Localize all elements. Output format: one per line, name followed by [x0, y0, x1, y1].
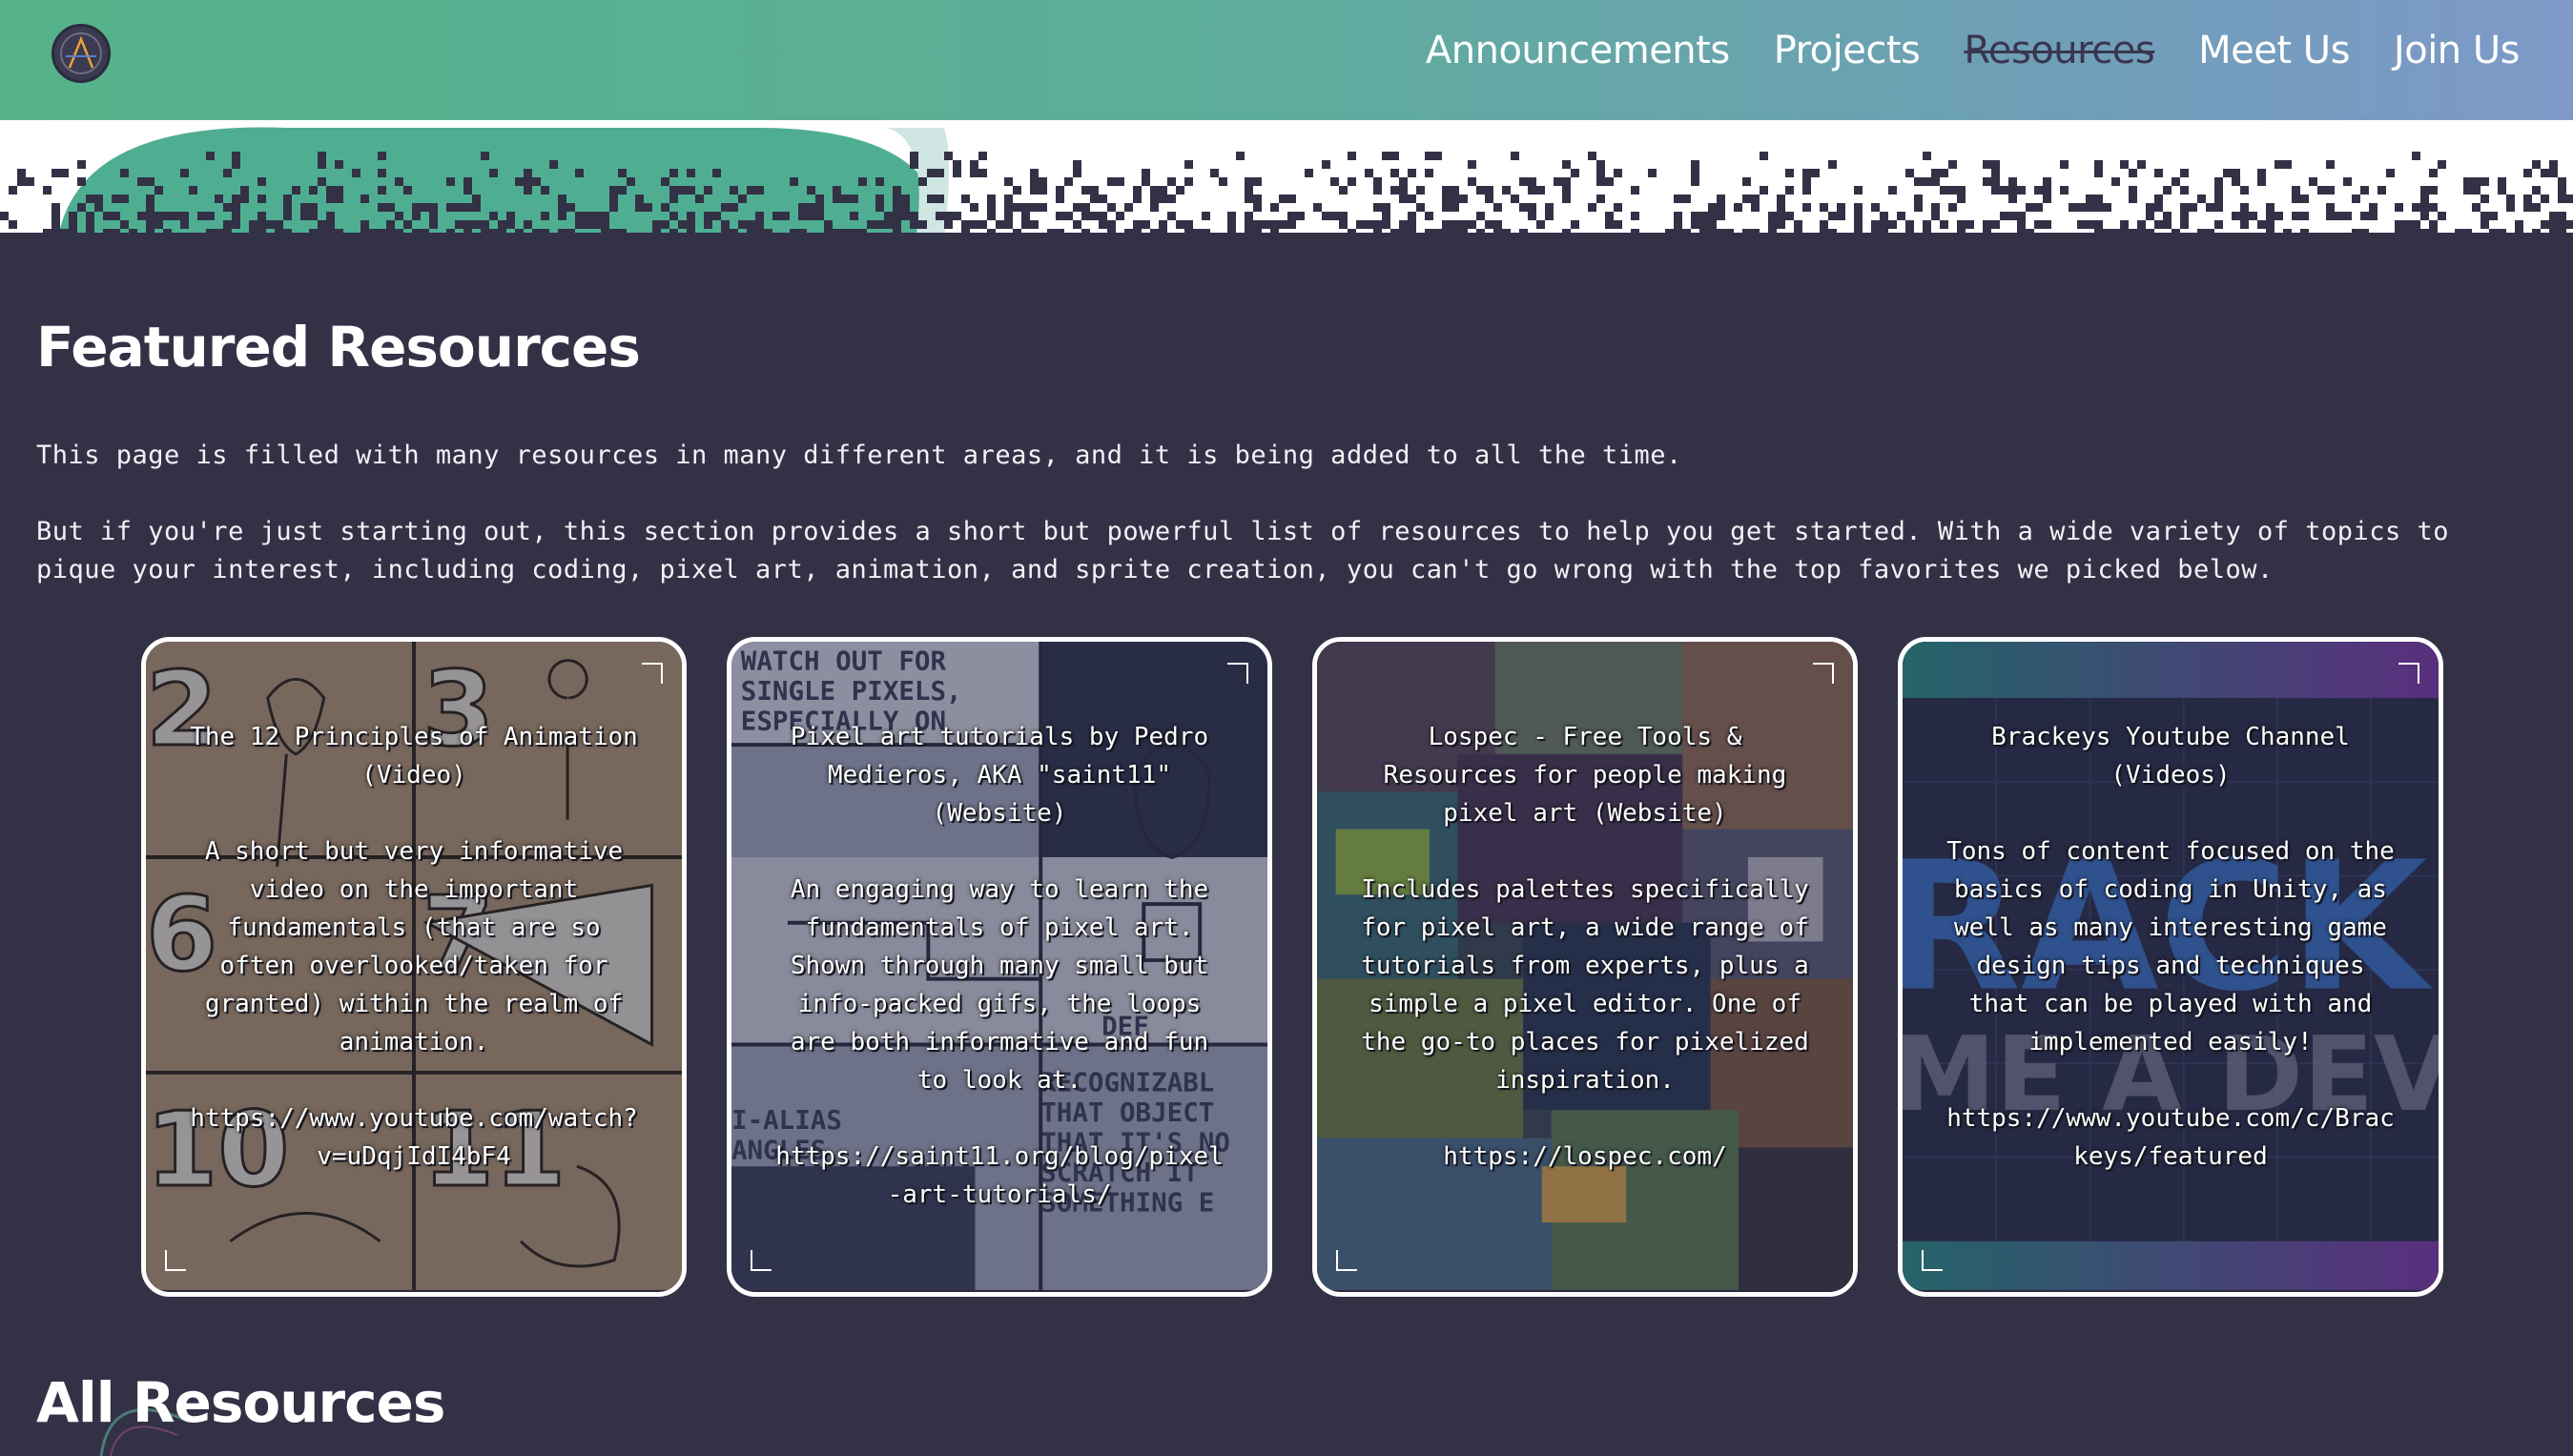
card-title: Lospec - Free Tools & Resources for peop… — [1383, 723, 1787, 828]
card-description: A short but very informative video on th… — [204, 837, 624, 1056]
corner-bracket-icon — [1227, 663, 1248, 684]
corner-bracket-icon — [2398, 663, 2419, 684]
card-link[interactable]: https://www.youtube.com/watch?v=uDqjIdI4… — [184, 1099, 644, 1176]
featured-resource-cards: 2 3 6 7 10 11 The 12 Principles of Anima… — [141, 637, 2443, 1297]
card-description: An engaging way to learn the fundamental… — [790, 875, 1209, 1095]
corner-bracket-icon — [165, 1250, 186, 1271]
nav-resources[interactable]: Resources — [1964, 29, 2154, 72]
featured-resources-heading: Featured Resources — [36, 315, 641, 379]
corner-bracket-icon — [1922, 1250, 1943, 1271]
resource-card-lospec[interactable]: Lospec - Free Tools & Resources for peop… — [1312, 637, 1858, 1297]
nav-meet-us[interactable]: Meet Us — [2198, 29, 2350, 72]
main-nav: Announcements Projects Resources Meet Us… — [1426, 29, 2521, 72]
nav-join-us[interactable]: Join Us — [2394, 29, 2521, 72]
card-title: Pixel art tutorials by Pedro Medieros, A… — [790, 723, 1209, 828]
card-description: Tons of content focused on the basics of… — [1946, 837, 2395, 1056]
resource-card-animation-principles[interactable]: 2 3 6 7 10 11 The 12 Principles of Anima… — [141, 637, 687, 1297]
featured-intro-text: This page is filled with many resources … — [36, 441, 1682, 470]
a-monogram-logo-icon[interactable] — [51, 24, 111, 83]
nav-announcements[interactable]: Announcements — [1426, 29, 1730, 72]
pixel-dissolve-pattern — [0, 127, 2573, 242]
card-link[interactable]: https://lospec.com/ — [1355, 1138, 1815, 1176]
corner-bracket-icon — [1336, 1250, 1357, 1271]
corner-bracket-icon — [751, 1250, 772, 1271]
corner-bracket-icon — [642, 663, 663, 684]
resource-card-brackeys[interactable]: RACKE ME A DEVEL Brackeys Youtube Channe… — [1898, 637, 2443, 1297]
card-title: The 12 Principles of Animation (Video) — [190, 723, 638, 790]
corner-bracket-icon — [1813, 663, 1834, 684]
featured-intro-text-2: But if you're just starting out, this se… — [36, 517, 2450, 584]
card-link[interactable]: https://saint11.org/blog/pixel-art-tutor… — [770, 1138, 1229, 1214]
pixel-dissolve-banner — [0, 120, 2573, 242]
card-title: Brackeys Youtube Channel (Videos) — [1991, 723, 2350, 790]
site-header: Announcements Projects Resources Meet Us… — [0, 0, 2573, 120]
card-description: Includes palettes specifically for pixel… — [1361, 875, 1809, 1095]
nav-projects[interactable]: Projects — [1774, 29, 1921, 72]
all-resources-heading: All Resources — [36, 1370, 445, 1435]
card-link[interactable]: https://www.youtube.com/c/Brackeys/featu… — [1941, 1099, 2400, 1176]
resource-card-pixel-art-tutorials[interactable]: WATCH OUT FOR SINGLE PIXELS, ESPECIALLY … — [727, 637, 1272, 1297]
